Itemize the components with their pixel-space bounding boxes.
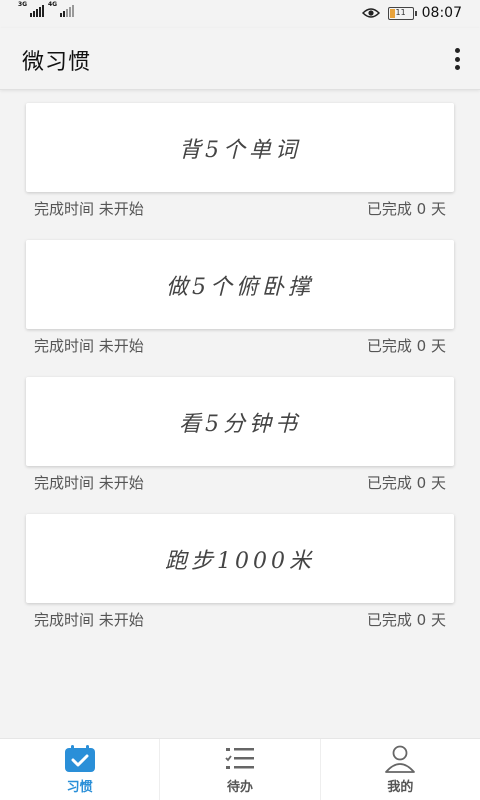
network-type-label: 4G <box>48 1 58 8</box>
completion-time: 完成时间 未开始 <box>34 337 144 355</box>
battery-level: 11 <box>395 7 406 17</box>
habit-item: 做5个俯卧撑 完成时间 未开始 已完成 0 天 <box>26 240 454 377</box>
habit-name: 看5分钟书 <box>179 411 301 437</box>
completed-days: 已完成 0 天 <box>366 337 446 355</box>
tab-todo[interactable]: 待办 <box>160 739 321 800</box>
habit-name: 背5个单词 <box>179 137 301 163</box>
status-right: 11 08:07 <box>361 5 462 21</box>
tab-label: 我的 <box>387 780 414 795</box>
completed-days: 已完成 0 天 <box>366 611 446 629</box>
completed-days: 已完成 0 天 <box>366 200 446 218</box>
more-vertical-icon <box>454 48 460 53</box>
app-bar: 微习惯 <box>0 28 480 90</box>
person-icon <box>385 745 416 773</box>
habit-item: 跑步1000米 完成时间 未开始 已完成 0 天 <box>26 514 454 651</box>
completion-time: 完成时间 未开始 <box>34 474 144 492</box>
network-type-label: 3G <box>18 1 28 8</box>
bottom-nav: 习惯 待办 我的 <box>0 738 480 800</box>
habit-name: 做5个俯卧撑 <box>166 274 314 300</box>
habit-list: 背5个单词 完成时间 未开始 已完成 0 天 做5个俯卧撑 完成时间 未开始 已… <box>26 103 454 651</box>
completion-time: 完成时间 未开始 <box>34 611 144 629</box>
habit-card[interactable]: 跑步1000米 <box>26 514 454 603</box>
signal-indicators: 3G 4G <box>18 1 74 17</box>
more-options-button[interactable] <box>452 48 462 70</box>
status-bar: 3G 4G 11 08:07 <box>0 0 480 28</box>
checklist-icon <box>225 748 254 769</box>
tab-profile[interactable]: 我的 <box>321 739 480 800</box>
eye-comfort-icon <box>361 8 380 18</box>
clock: 08:07 <box>421 5 462 21</box>
habit-meta: 完成时间 未开始 已完成 0 天 <box>26 466 454 493</box>
completion-time: 完成时间 未开始 <box>34 200 144 218</box>
signal-strength-icon: 4G <box>48 1 74 17</box>
habit-meta: 完成时间 未开始 已完成 0 天 <box>26 329 454 356</box>
tab-label: 待办 <box>226 780 253 795</box>
tab-label: 习惯 <box>66 780 93 795</box>
completed-days: 已完成 0 天 <box>366 474 446 492</box>
tab-habits[interactable]: 习惯 <box>0 739 161 800</box>
habit-card[interactable]: 做5个俯卧撑 <box>26 240 454 329</box>
signal-strength-icon: 3G <box>18 1 44 17</box>
habit-name: 跑步1000米 <box>165 548 315 574</box>
habit-item: 背5个单词 完成时间 未开始 已完成 0 天 <box>26 103 454 240</box>
habit-card[interactable]: 背5个单词 <box>26 103 454 192</box>
page-title: 微习惯 <box>22 50 92 75</box>
habit-item: 看5分钟书 完成时间 未开始 已完成 0 天 <box>26 377 454 514</box>
battery-icon: 11 <box>387 6 417 20</box>
calendar-check-icon <box>64 745 95 772</box>
habit-card[interactable]: 看5分钟书 <box>26 377 454 466</box>
habit-meta: 完成时间 未开始 已完成 0 天 <box>26 603 454 630</box>
habit-meta: 完成时间 未开始 已完成 0 天 <box>26 192 454 219</box>
